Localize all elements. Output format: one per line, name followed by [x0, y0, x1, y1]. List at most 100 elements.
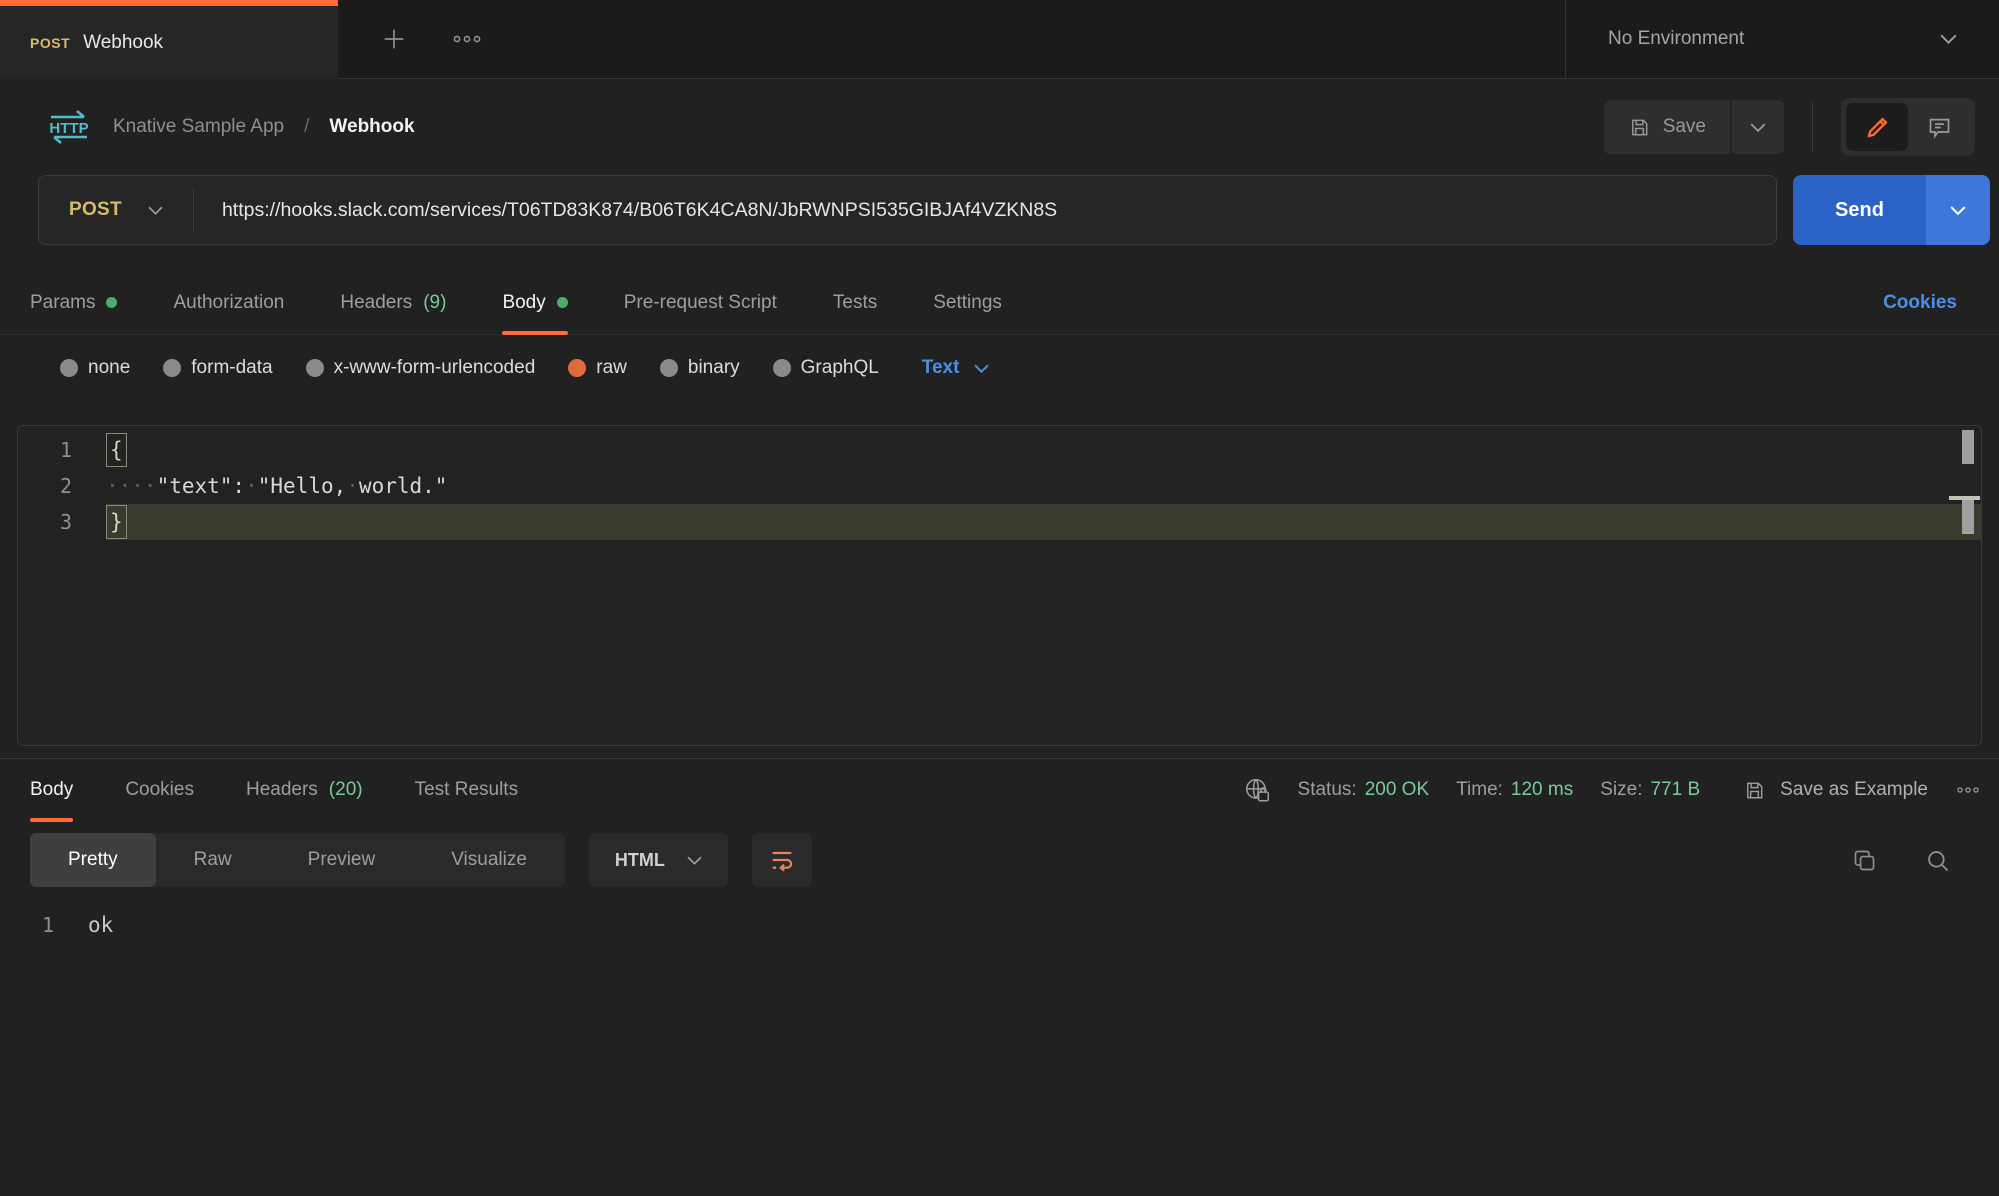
view-raw-button[interactable]: Raw — [156, 833, 270, 887]
body-type-urlencoded[interactable]: x-www-form-urlencoded — [306, 357, 536, 379]
tab-headers-count: (9) — [423, 292, 446, 314]
open-request-tab[interactable]: POST Webhook — [0, 0, 338, 79]
view-visualize-button[interactable]: Visualize — [413, 833, 565, 887]
tab-authorization[interactable]: Authorization — [173, 271, 284, 334]
raw-language-selector[interactable]: Text — [922, 357, 990, 379]
response-text: ok — [88, 907, 113, 943]
save-button[interactable]: Save — [1604, 100, 1730, 154]
response-options-button[interactable] — [1955, 786, 1981, 794]
response-tab-test-results[interactable]: Test Results — [415, 759, 518, 821]
tab-options-button[interactable] — [452, 34, 482, 44]
tab-body[interactable]: Body — [502, 271, 567, 334]
plus-icon — [380, 25, 408, 53]
tab-authorization-label: Authorization — [173, 292, 284, 314]
save-button-group: Save — [1604, 100, 1784, 154]
radio-icon — [660, 359, 678, 377]
size-indicator[interactable]: Size: 771 B — [1600, 779, 1700, 801]
save-floppy-icon — [1743, 779, 1766, 802]
scrollbar-mark[interactable] — [1962, 500, 1974, 534]
response-tab-headers-label: Headers — [246, 779, 318, 801]
search-response-button[interactable] — [1924, 847, 1951, 874]
response-tab-cookies[interactable]: Cookies — [125, 759, 194, 821]
radio-icon — [60, 359, 78, 377]
environment-selector[interactable]: No Environment — [1565, 0, 1999, 78]
line-number: 2 — [18, 468, 106, 504]
response-header: Body Cookies Headers (20) Test Results S… — [0, 758, 1999, 821]
time-label: Time: — [1456, 779, 1503, 801]
view-pretty-button[interactable]: Pretty — [30, 833, 156, 887]
http-protocol-icon: HTTP — [45, 108, 93, 146]
editor-code: } — [106, 504, 1981, 540]
view-preview-button[interactable]: Preview — [270, 833, 414, 887]
url-input[interactable]: https://hooks.slack.com/services/T06TD83… — [194, 199, 1776, 222]
breadcrumb-collection[interactable]: Knative Sample App — [113, 116, 284, 138]
scrollbar-mark[interactable] — [1962, 430, 1974, 464]
cookies-link[interactable]: Cookies — [1883, 292, 1957, 314]
chevron-down-icon — [974, 364, 989, 373]
wrap-text-button[interactable] — [752, 833, 812, 887]
copy-icon — [1851, 847, 1878, 874]
body-type-form-data[interactable]: form-data — [163, 357, 272, 379]
editor-code: ····"text":·"Hello,·world." — [106, 468, 1981, 504]
app-window: POST Webhook No Environment HTTP Knative… — [0, 0, 1999, 1196]
tab-method-badge: POST — [30, 35, 70, 51]
url-row: POST https://hooks.slack.com/services/T0… — [0, 175, 1999, 245]
body-type-none-label: none — [88, 357, 130, 379]
body-active-dot — [557, 297, 568, 308]
response-body-viewer[interactable]: 1 ok — [0, 887, 1999, 943]
comment-button[interactable] — [1908, 103, 1970, 151]
response-tab-headers[interactable]: Headers (20) — [246, 759, 363, 821]
response-meta: Status: 200 OK Time: 120 ms Size: 771 B … — [1243, 776, 1981, 804]
tab-title: Webhook — [83, 32, 163, 54]
body-type-graphql-label: GraphQL — [801, 357, 879, 379]
send-button[interactable]: Send — [1793, 175, 1926, 245]
response-language-selector[interactable]: HTML — [589, 833, 728, 887]
wrap-text-icon — [768, 846, 796, 874]
time-indicator[interactable]: Time: 120 ms — [1456, 779, 1573, 801]
breadcrumb-separator: / — [304, 116, 309, 138]
save-as-example-button[interactable]: Save as Example — [1743, 779, 1928, 802]
radio-icon — [306, 359, 324, 377]
response-tab-body-label: Body — [30, 779, 73, 801]
tab-tests[interactable]: Tests — [833, 271, 877, 334]
tab-params[interactable]: Params — [30, 271, 117, 334]
tab-headers[interactable]: Headers (9) — [340, 271, 446, 334]
body-type-urlencoded-label: x-www-form-urlencoded — [334, 357, 536, 379]
params-active-dot — [106, 297, 117, 308]
tab-actions — [338, 0, 482, 78]
tab-prerequest-script[interactable]: Pre-request Script — [624, 271, 777, 334]
breadcrumb-request-name[interactable]: Webhook — [329, 116, 414, 138]
body-type-raw[interactable]: raw — [568, 357, 627, 379]
send-options-button[interactable] — [1926, 175, 1990, 245]
body-type-none[interactable]: none — [60, 357, 130, 379]
json-value: "Hello, — [258, 474, 347, 498]
send-button-group: Send — [1793, 175, 1990, 245]
request-tabs: Params Authorization Headers (9) Body Pr… — [0, 271, 1999, 335]
tab-settings-label: Settings — [933, 292, 1002, 314]
tab-settings[interactable]: Settings — [933, 271, 1002, 334]
body-type-graphql[interactable]: GraphQL — [773, 357, 879, 379]
radio-selected-icon — [568, 359, 586, 377]
comment-icon — [1926, 114, 1953, 141]
more-options-icon — [452, 34, 482, 44]
response-language-label: HTML — [615, 850, 665, 871]
request-body-editor[interactable]: 1 { 2 ····"text":·"Hello,·world." 3 } — [17, 425, 1982, 746]
response-tab-body[interactable]: Body — [30, 759, 73, 821]
globe-lock-icon[interactable] — [1243, 776, 1271, 804]
method-selector[interactable]: POST — [39, 199, 193, 221]
response-tab-test-results-label: Test Results — [415, 779, 518, 801]
status-indicator[interactable]: Status: 200 OK — [1298, 779, 1430, 801]
breadcrumb: HTTP Knative Sample App / Webhook — [45, 108, 415, 146]
edit-comment-group — [1841, 98, 1975, 156]
copy-response-button[interactable] — [1851, 847, 1878, 874]
chevron-down-icon — [1940, 34, 1957, 44]
status-value: 200 OK — [1365, 779, 1429, 801]
json-key: "text": — [157, 474, 246, 498]
save-options-button[interactable] — [1730, 100, 1784, 154]
whitespace-dot: · — [245, 474, 258, 498]
editor-line: 2 ····"text":·"Hello,·world." — [18, 468, 1981, 504]
edit-request-button[interactable] — [1846, 103, 1908, 151]
new-tab-button[interactable] — [380, 25, 408, 53]
body-type-binary[interactable]: binary — [660, 357, 740, 379]
response-body-actions — [1851, 847, 1969, 874]
